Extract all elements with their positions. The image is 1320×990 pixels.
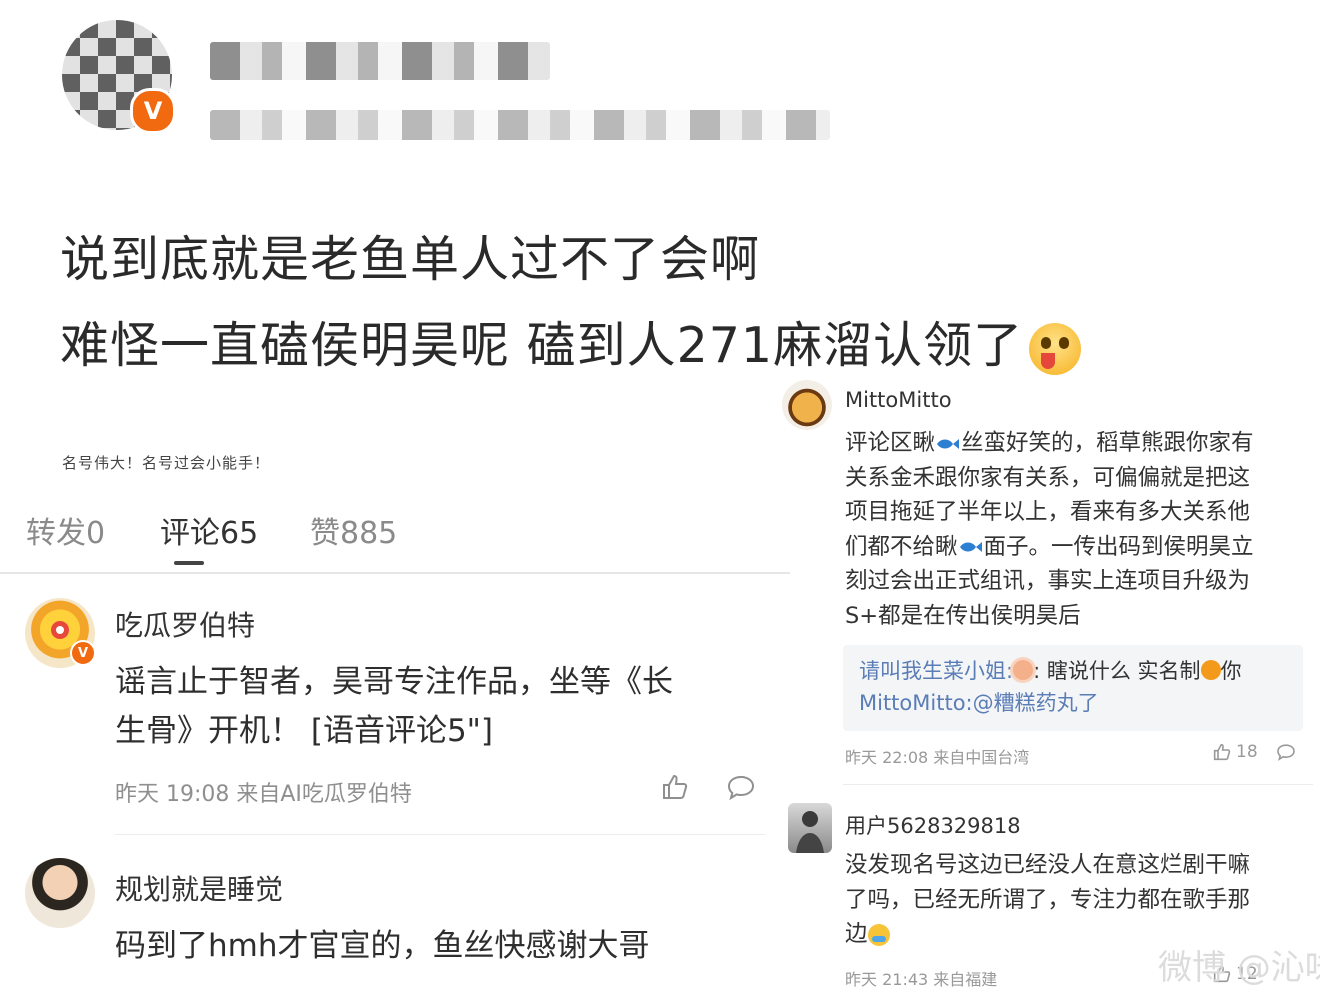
like-button[interactable]: 18: [1212, 742, 1258, 762]
verified-badge-icon: V: [130, 88, 176, 134]
author-meta-blurred: [210, 110, 830, 140]
post-caption: 名号伟大！名号过会小能手！: [62, 454, 271, 472]
weibo-watermark: 微博 @沁味: [1158, 948, 1320, 988]
comment-meta: 昨天 21:43 来自福建: [845, 970, 998, 989]
tongue-out-emoji-icon: [1029, 322, 1082, 375]
reply-author-link[interactable]: 请叫我生菜小姐:: [859, 659, 1013, 683]
comment-bubble-icon[interactable]: [1276, 743, 1296, 762]
comment-text-line: 谣言止于智者，昊哥专注作品，坐等《长: [115, 664, 673, 700]
comment-author-name[interactable]: 规划就是睡觉: [115, 868, 283, 908]
active-tab-indicator: [174, 561, 204, 565]
tab-likes[interactable]: 赞885: [310, 508, 397, 552]
commenter-avatar[interactable]: [782, 380, 832, 430]
comment-meta: 昨天 22:08 来自中国台湾: [845, 748, 1030, 767]
reply-line: 请叫我生菜小姐:: 瞎说什么 实名制你: [859, 659, 1242, 683]
comment-meta: 昨天 19:08 来自AI吃瓜罗伯特: [115, 782, 412, 807]
commenter-avatar[interactable]: [25, 858, 95, 928]
tabs-divider: [0, 572, 790, 574]
like-count: 18: [1236, 742, 1258, 762]
comment-author-name[interactable]: 吃瓜罗伯特: [115, 604, 255, 644]
author-name-blurred[interactable]: [210, 42, 550, 80]
post-text-line2-content: 难怪一直磕侯明昊呢 磕到人271麻溜认领了: [60, 317, 1024, 374]
commenter-avatar[interactable]: [788, 803, 832, 853]
comment-text-line: 评论区瞅 丝蛮好笑的，稻草熊跟你家有: [845, 430, 1254, 456]
comment-text-line: 了吗，已经无所谓了，专注力都在歌手那: [845, 886, 1251, 913]
comment-author-name[interactable]: MittoMitto: [845, 388, 952, 412]
comment-body: 没发现名号这边已经没人在意这烂剧干嘛 了吗，已经无所谓了，专注力都在歌手那 边: [845, 848, 1315, 952]
tab-comments[interactable]: 评论65: [160, 508, 258, 552]
comment-author-name[interactable]: 用户5628329818: [845, 810, 1021, 840]
comment-bubble-icon[interactable]: [726, 774, 756, 802]
reply-author-link[interactable]: MittoMitto:: [859, 691, 973, 715]
like-icon[interactable]: [660, 772, 690, 802]
comment-text-line: 项目拖延了半年以上，看来有多大关系他: [845, 499, 1251, 525]
comment-divider: [843, 784, 1313, 785]
comment-body: 评论区瞅 丝蛮好笑的，稻草熊跟你家有 关系金禾跟你家有关系，可偏偏就是把这 项目拖…: [845, 426, 1315, 633]
like-icon: [1213, 743, 1231, 761]
tab-repost[interactable]: 转发0: [26, 508, 105, 552]
orange-emoji-icon: [1200, 660, 1221, 680]
sparkle-emoji-icon: [1013, 660, 1034, 680]
comment-text-line: 生骨》开机！ [语音评论5"]: [115, 713, 494, 749]
reply-line: MittoMitto:@糟糕药丸了: [859, 687, 1099, 719]
crying-emoji-icon: [867, 923, 890, 946]
comment-text-line: 刻过会出正式组讯，事实上连项目升级为: [845, 568, 1251, 594]
comment-text-line: 们都不给瞅 面子。一传出码到侯明昊立: [845, 533, 1254, 560]
comment-text-line: 码到了hmh才官宣的，鱼丝快感谢大哥: [115, 928, 650, 964]
post-text-line2: 难怪一直磕侯明昊呢 磕到人271麻溜认领了: [60, 306, 1082, 377]
comment-divider: [115, 834, 765, 835]
post-text-line1: 说到底就是老鱼单人过不了会啊: [60, 231, 761, 288]
comment-text-line: 关系金禾跟你家有关系，可偏偏就是把这: [845, 464, 1251, 491]
comment-text-line: S+都是在传出侯明昊后: [845, 602, 1081, 629]
mention-link[interactable]: @糟糕药丸了: [973, 691, 1099, 715]
comment-text-line: 没发现名号这边已经没人在意这烂剧干嘛: [845, 852, 1251, 878]
fish-emoji-icon: [937, 438, 960, 449]
reply-preview-box[interactable]: 请叫我生菜小姐:: 瞎说什么 实名制你 MittoMitto:@糟糕药丸了: [843, 645, 1303, 731]
fish-emoji-icon: [959, 542, 982, 552]
verified-badge-icon: V: [70, 640, 96, 666]
